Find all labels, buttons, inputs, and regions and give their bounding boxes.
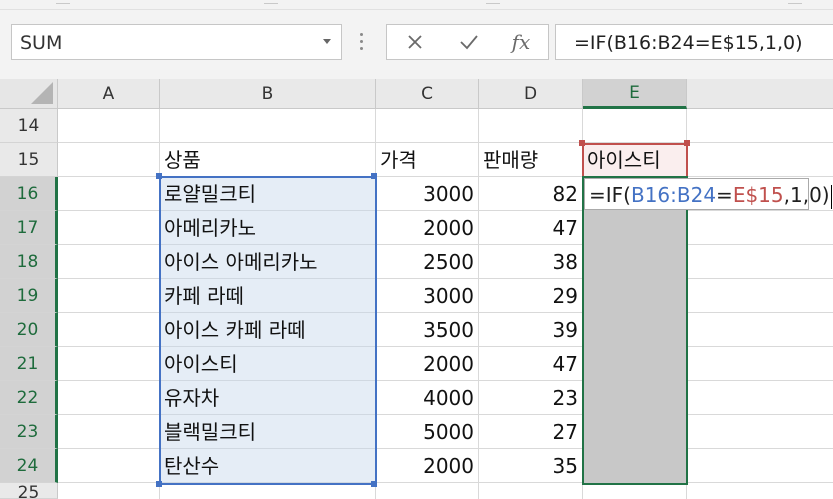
column-header-b[interactable]: B	[160, 79, 376, 109]
formula-ref-criteria: E$15	[732, 183, 784, 207]
cell-product[interactable]: 로얄밀크티	[160, 177, 375, 211]
select-all-button[interactable]	[0, 79, 58, 109]
cell-price[interactable]: 5000	[376, 415, 478, 449]
cell-price[interactable]: 2500	[376, 245, 478, 279]
cell-d15[interactable]: 판매량	[479, 143, 582, 177]
ribbon-divider	[56, 0, 70, 4]
cell-c15[interactable]: 가격	[376, 143, 478, 177]
column-header-f[interactable]	[687, 79, 833, 109]
row-header-16[interactable]: 16	[0, 177, 58, 211]
cell-sales[interactable]: 27	[479, 415, 582, 449]
formula-part: =	[716, 183, 733, 207]
cell-product[interactable]: 유자차	[160, 381, 375, 415]
row-header-21[interactable]: 21	[0, 347, 58, 381]
row-header-25[interactable]: 25	[0, 483, 58, 499]
row-header-15[interactable]: 15	[0, 143, 58, 177]
insert-function-button[interactable]: fx	[501, 25, 541, 59]
check-icon[interactable]	[449, 25, 489, 59]
column-header-e[interactable]: E	[583, 79, 687, 109]
formula-part: =IF(	[589, 183, 631, 207]
row-header-14[interactable]: 14	[0, 109, 58, 143]
name-box[interactable]: SUM	[11, 24, 342, 60]
cell-sales[interactable]: 35	[479, 449, 582, 483]
cell-product[interactable]: 블랙밀크티	[160, 415, 375, 449]
row-header-20[interactable]: 20	[0, 313, 58, 347]
selection-range-e16-e24[interactable]	[582, 176, 688, 485]
ribbon-strip	[0, 0, 833, 10]
cell-editor-e16[interactable]: =IF(B16:B24=E$15,1,0)	[584, 178, 832, 210]
formula-bar-area: SUM fx =IF(B16:B24=E$15,1,0)	[0, 10, 833, 79]
cell-price[interactable]: 2000	[376, 347, 478, 381]
drag-handle-icon[interactable]	[360, 33, 364, 53]
cell-price[interactable]: 2000	[376, 449, 478, 483]
cell-b15[interactable]: 상품	[160, 143, 375, 177]
ribbon-divider	[788, 0, 802, 4]
cell-product[interactable]: 카페 라떼	[160, 279, 375, 313]
cell-price[interactable]: 3500	[376, 313, 478, 347]
cell-product[interactable]: 탄산수	[160, 449, 375, 483]
cell-sales[interactable]: 39	[479, 313, 582, 347]
formula-text: =IF(B16:B24=E$15,1,0)	[574, 32, 803, 54]
row-header-23[interactable]: 23	[0, 415, 58, 449]
cell-sales[interactable]: 47	[479, 211, 582, 245]
formula-ref-range: B16:B24	[630, 183, 717, 207]
ribbon-divider	[486, 0, 500, 4]
cell-sales[interactable]: 23	[479, 381, 582, 415]
fx-icon: fx	[511, 30, 531, 54]
formula-part: ,1,0)	[783, 183, 830, 207]
row-header-22[interactable]: 22	[0, 381, 58, 415]
text-cursor	[830, 184, 832, 209]
row-header-19[interactable]: 19	[0, 279, 58, 313]
cell-product[interactable]: 아메리카노	[160, 211, 375, 245]
cell-price[interactable]: 4000	[376, 381, 478, 415]
cell-price[interactable]: 3000	[376, 177, 478, 211]
cell-product[interactable]: 아이스티	[160, 347, 375, 381]
formula-buttons: fx	[386, 24, 549, 60]
cell-product[interactable]: 아이스 아메리카노	[160, 245, 375, 279]
column-header-a[interactable]: A	[58, 79, 160, 109]
row-header-17[interactable]: 17	[0, 211, 58, 245]
ribbon-divider	[264, 0, 278, 4]
cell-sales[interactable]: 29	[479, 279, 582, 313]
cell-price[interactable]: 3000	[376, 279, 478, 313]
formula-input[interactable]: =IF(B16:B24=E$15,1,0)	[555, 24, 833, 60]
close-icon[interactable]	[395, 25, 435, 59]
cell-sales[interactable]: 47	[479, 347, 582, 381]
cell-price[interactable]: 2000	[376, 211, 478, 245]
name-box-value: SUM	[20, 32, 63, 54]
cell-product[interactable]: 아이스 카페 라떼	[160, 313, 375, 347]
row-header-18[interactable]: 18	[0, 245, 58, 279]
chevron-down-icon[interactable]	[323, 39, 331, 44]
cell-sales[interactable]: 38	[479, 245, 582, 279]
spreadsheet-grid: A B C D E 14 15 16 17 18 19 20 21 22 23 …	[0, 79, 833, 499]
cell-sales[interactable]: 82	[479, 177, 582, 211]
column-header-d[interactable]: D	[479, 79, 583, 109]
cell-e15[interactable]: 아이스티	[583, 143, 686, 177]
column-header-c[interactable]: C	[376, 79, 479, 109]
row-header-24[interactable]: 24	[0, 449, 58, 483]
